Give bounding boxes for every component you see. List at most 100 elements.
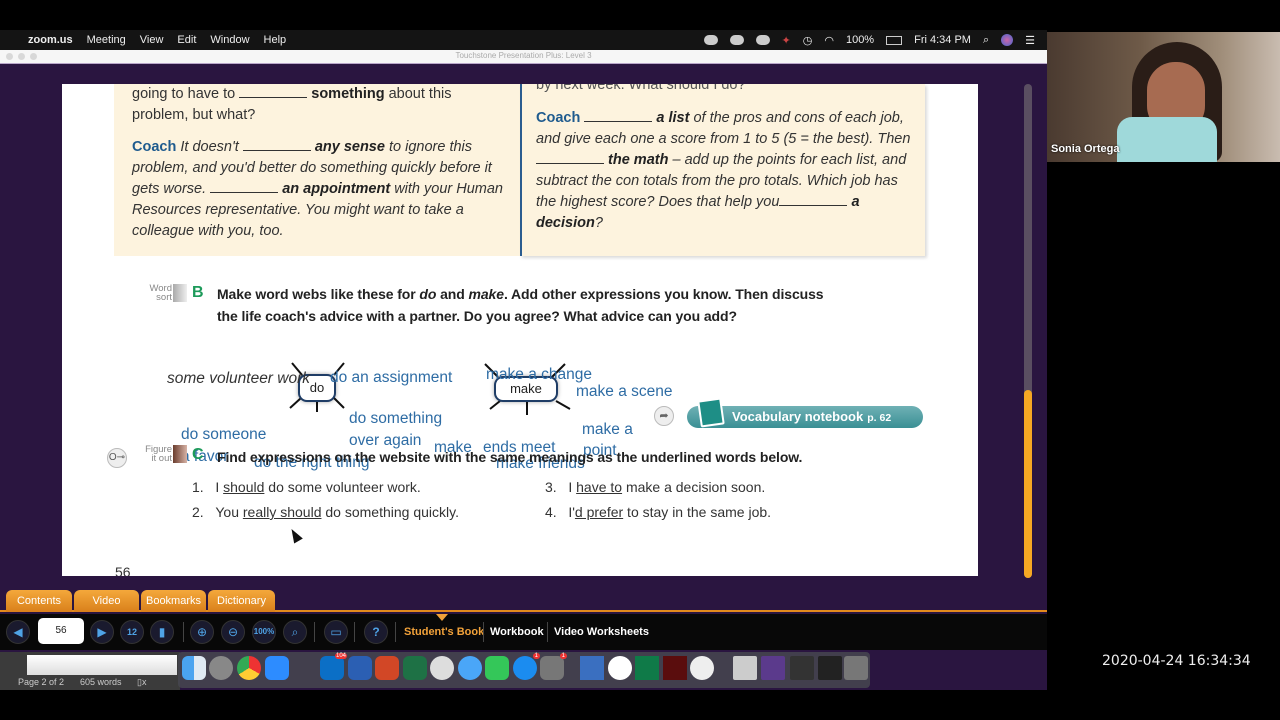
toolbar-divider: [354, 622, 355, 642]
zoom-out-icon[interactable]: ⊖: [221, 620, 245, 644]
recording-timestamp: 2020-04-24 16:34:34: [1102, 653, 1251, 669]
word-icon[interactable]: [348, 656, 372, 680]
previous-page-button[interactable]: ◀: [6, 620, 30, 644]
dropbox-icon[interactable]: ✦: [782, 34, 791, 47]
launchpad-icon[interactable]: [209, 656, 233, 680]
dock-window-thumbnail[interactable]: [761, 656, 785, 680]
exercise-item: 3. I have to make a decision soon.: [545, 479, 766, 495]
time-machine-icon[interactable]: ◷: [803, 34, 813, 47]
outlook-badge: 104: [334, 653, 347, 659]
dock-window-thumbnail[interactable]: [790, 656, 814, 680]
figure-it-out-tag: Figure it out: [145, 444, 172, 464]
web-lines: [289, 362, 571, 415]
dock: 104 1 1: [178, 652, 870, 688]
scrollbar-thumb[interactable]: [1024, 390, 1032, 578]
answer-key-button[interactable]: O⊸: [107, 448, 127, 468]
settings-badge: 1: [559, 653, 567, 659]
menu-view[interactable]: View: [140, 34, 164, 46]
window-titlebar: Touchstone Presentation Plus: Level 3: [0, 50, 1047, 64]
chrome-icon[interactable]: [237, 656, 261, 680]
vocab-label: Vocabulary notebook: [732, 409, 864, 424]
page-count: Page 2 of 2: [18, 677, 65, 687]
video-worksheets-tab[interactable]: Video Worksheets: [554, 626, 649, 638]
proofing-icon[interactable]: ▯x: [137, 677, 146, 688]
powerpoint-icon[interactable]: [375, 656, 399, 680]
web-expression: some volunteer work: [167, 370, 311, 387]
exercise-item: 4. I'd prefer to stay in the same job.: [545, 504, 772, 520]
panel-tabs: Contents Video Bookmarks Dictionary: [0, 588, 1047, 612]
vocab-page: p. 62: [867, 412, 892, 424]
notification-center-icon[interactable]: ☰: [1025, 34, 1035, 47]
excel-icon[interactable]: [403, 656, 427, 680]
figure-it-out-tag-bar: [173, 445, 187, 463]
tab-bookmarks[interactable]: Bookmarks: [141, 590, 206, 612]
toolbar-divider: [395, 622, 396, 642]
record-icon[interactable]: [690, 656, 714, 680]
dock-window-thumbnail[interactable]: [818, 656, 842, 680]
battery-icon[interactable]: [886, 35, 903, 45]
presentation-plus-icon[interactable]: [580, 656, 604, 680]
pencil-app-icon[interactable]: [292, 656, 316, 680]
menu-window[interactable]: Window: [210, 34, 249, 46]
students-book-tab[interactable]: Student's Book: [404, 626, 484, 638]
menu-meeting[interactable]: Meeting: [87, 34, 126, 46]
app-store-icon[interactable]: 1: [513, 653, 540, 680]
messages-icon[interactable]: [458, 656, 482, 680]
help-icon[interactable]: ?: [364, 620, 388, 644]
web-expression: do something: [349, 410, 443, 427]
web-expression: do someone: [181, 426, 267, 443]
trash-icon[interactable]: [844, 656, 868, 680]
page-scrollbar[interactable]: [1024, 84, 1032, 578]
dock-window-thumbnail[interactable]: [733, 656, 757, 680]
toolbar-divider: [483, 622, 484, 642]
exercise-item: 2. You really should do something quickl…: [192, 504, 459, 520]
two-page-view-icon[interactable]: 12: [120, 620, 144, 644]
menu-edit[interactable]: Edit: [177, 34, 196, 46]
exercise-c-letter: C: [192, 446, 204, 463]
spotlight-search-icon[interactable]: ⌕: [983, 34, 989, 47]
workbook-tab[interactable]: Workbook: [490, 626, 544, 638]
zoom-100-button[interactable]: 100%: [252, 620, 276, 644]
touchstone-3-icon[interactable]: [635, 656, 659, 680]
siri-icon[interactable]: [1001, 34, 1014, 46]
toolbar-divider: [314, 622, 315, 642]
next-page-button[interactable]: ▶: [90, 620, 114, 644]
tab-video[interactable]: Video: [74, 590, 139, 612]
menu-app-name[interactable]: zoom.us: [28, 34, 73, 46]
cloud-icon[interactable]: [729, 35, 744, 45]
share-arrow-button[interactable]: ➦: [654, 406, 674, 426]
wifi-icon[interactable]: ◠: [824, 34, 834, 47]
zoom-in-icon[interactable]: ⊕: [190, 620, 214, 644]
menu-help[interactable]: Help: [264, 34, 287, 46]
toolbox-icon[interactable]: ▭: [324, 620, 348, 644]
zoom-icon[interactable]: [265, 656, 289, 680]
bookmark-icon[interactable]: ▮: [150, 620, 174, 644]
page-number: 56: [115, 564, 131, 576]
outlook-icon[interactable]: 104: [320, 653, 347, 680]
finder-icon[interactable]: [182, 656, 206, 680]
mac-desktop: zoom.us Meeting View Edit Window Help ✦ …: [0, 30, 1047, 690]
book-page: going to have to something about this pro…: [62, 84, 978, 576]
word-count: 605 words: [80, 677, 122, 687]
tab-contents[interactable]: Contents: [6, 590, 72, 612]
w-app-icon[interactable]: [608, 656, 632, 680]
toolbar-divider: [183, 622, 184, 642]
tab-dictionary[interactable]: Dictionary: [208, 590, 275, 612]
web-expression: do an assignment: [330, 369, 453, 386]
cloud-sync-icon[interactable]: [703, 35, 718, 45]
page-number-input[interactable]: [38, 618, 84, 644]
participant-name: Sonia Ortega: [1051, 143, 1120, 155]
acrobat-icon[interactable]: [663, 656, 687, 680]
active-book-indicator: [436, 614, 448, 621]
screen-recorder-icon[interactable]: [755, 35, 770, 45]
scrivener-icon[interactable]: [430, 656, 454, 680]
system-preferences-icon[interactable]: 1: [540, 653, 567, 680]
facetime-icon[interactable]: [485, 656, 509, 680]
window-title: Touchstone Presentation Plus: Level 3: [455, 51, 592, 60]
web-expression: make a scene: [576, 383, 673, 400]
screen: zoom.us Meeting View Edit Window Help ✦ …: [0, 0, 1280, 720]
document-strip: [27, 655, 177, 675]
clock[interactable]: Fri 4:34 PM: [914, 34, 971, 46]
zoom-fit-icon[interactable]: ⌕: [283, 620, 307, 644]
participant-shirt: [1117, 117, 1217, 162]
